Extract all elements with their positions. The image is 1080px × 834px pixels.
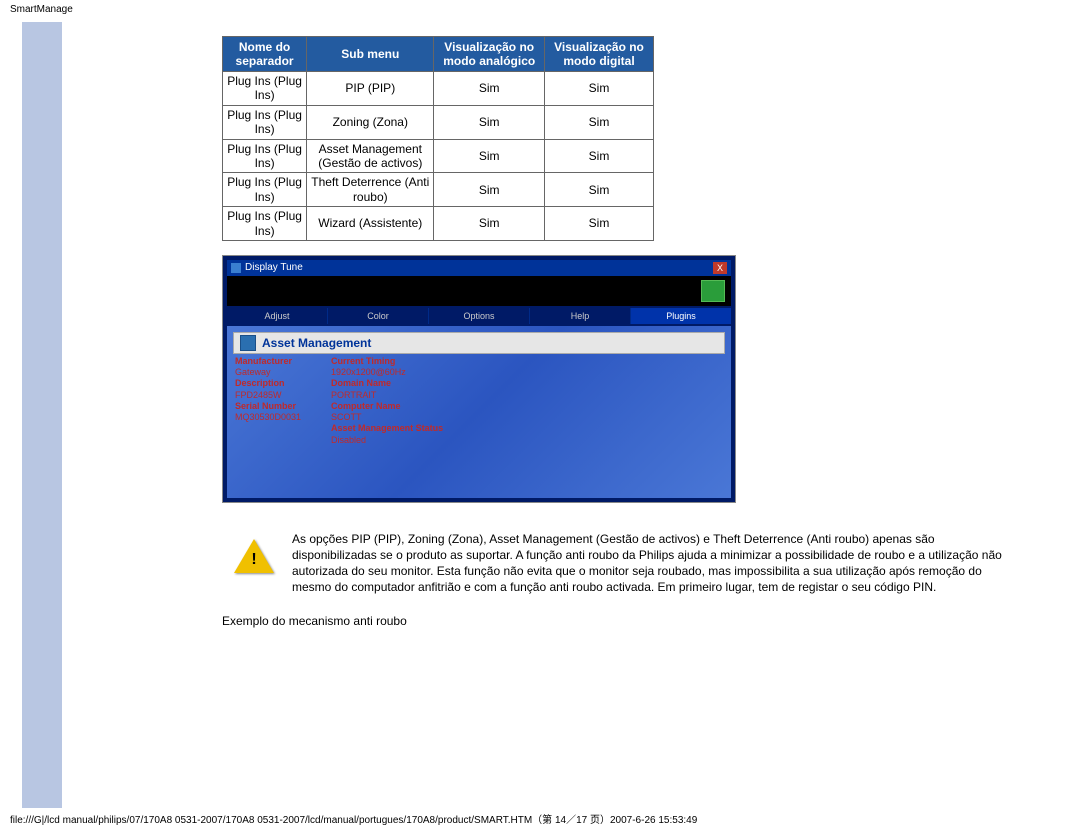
tab-adjust[interactable]: Adjust (227, 308, 328, 324)
close-button[interactable]: X (713, 262, 727, 274)
asset-icon (240, 335, 256, 351)
panel-right-col: Current Timing 1920x1200@60Hz Domain Nam… (331, 356, 443, 446)
table-row: Plug Ins (Plug Ins) Wizard (Assistente) … (223, 207, 654, 241)
table-cell: Zoning (Zona) (307, 105, 434, 139)
table-cell: Sim (434, 173, 545, 207)
warning-icon: ! (234, 537, 274, 577)
field-label: Computer Name (331, 401, 401, 411)
table-header: Sub menu (307, 37, 434, 72)
field-label: Current Timing (331, 356, 395, 366)
feature-table: Nome do separador Sub menu Visualização … (222, 36, 654, 241)
warning-block: ! As opções PIP (PIP), Zoning (Zona), As… (222, 531, 1012, 596)
table-cell: Plug Ins (Plug Ins) (223, 173, 307, 207)
table-cell: PIP (PIP) (307, 72, 434, 106)
toolbar (227, 276, 731, 306)
content-area: Nome do separador Sub menu Visualização … (62, 22, 1058, 808)
tab-strip: Adjust Color Options Help Plugins (227, 308, 731, 324)
asset-panel: Asset Management Manufacturer Gateway De… (227, 326, 731, 498)
table-header-row: Nome do separador Sub menu Visualização … (223, 37, 654, 72)
table-cell: Sim (434, 207, 545, 241)
page-header-title: SmartManage (10, 4, 73, 15)
window-titlebar: Display Tune X (227, 260, 731, 276)
table-cell: Plug Ins (Plug Ins) (223, 207, 307, 241)
table-cell: Sim (544, 105, 653, 139)
field-label: Serial Number (235, 401, 296, 411)
window-title: Display Tune (245, 262, 303, 273)
table-cell: Sim (544, 72, 653, 106)
field-label: Manufacturer (235, 356, 292, 366)
field-label: Description (235, 378, 285, 388)
table-row: Plug Ins (Plug Ins) Asset Management (Ge… (223, 139, 654, 173)
field-value: 1920x1200@60Hz (331, 367, 406, 377)
table-cell: Plug Ins (Plug Ins) (223, 139, 307, 173)
panel-left-col: Manufacturer Gateway Description FPD2485… (235, 356, 301, 446)
table-header: Visualização no modo digital (544, 37, 653, 72)
table-header: Visualização no modo analógico (434, 37, 545, 72)
field-value: FPD2485W (235, 390, 282, 400)
table-cell: Sim (544, 207, 653, 241)
panel-title-bar: Asset Management (233, 332, 725, 354)
field-value: MQ30530D0031 (235, 412, 301, 422)
monitor-icon (701, 280, 725, 302)
screenshot: Display Tune X Adjust Color Options Help… (222, 255, 736, 503)
tab-help[interactable]: Help (530, 308, 631, 324)
table-header: Nome do separador (223, 37, 307, 72)
table-cell: Sim (434, 105, 545, 139)
table-cell: Theft Deterrence (Anti roubo) (307, 173, 434, 207)
tab-color[interactable]: Color (328, 308, 429, 324)
field-label: Asset Management Status (331, 423, 443, 433)
left-nav-strip (22, 22, 62, 808)
field-value: Disabled (331, 435, 366, 445)
panel-columns: Manufacturer Gateway Description FPD2485… (235, 356, 723, 446)
window-icon (231, 263, 241, 273)
table-cell: Wizard (Assistente) (307, 207, 434, 241)
panel-title: Asset Management (262, 336, 371, 350)
table-cell: Asset Management (Gestão de activos) (307, 139, 434, 173)
tab-options[interactable]: Options (429, 308, 530, 324)
table-cell: Plug Ins (Plug Ins) (223, 105, 307, 139)
field-value: Gateway (235, 367, 271, 377)
table-row: Plug Ins (Plug Ins) Zoning (Zona) Sim Si… (223, 105, 654, 139)
field-label: Domain Name (331, 378, 391, 388)
example-heading: Exemplo do mecanismo anti roubo (222, 614, 1042, 628)
table-cell: Sim (434, 72, 545, 106)
field-value: SCOTT (331, 412, 362, 422)
table-cell: Sim (544, 139, 653, 173)
warning-text: As opções PIP (PIP), Zoning (Zona), Asse… (292, 531, 1012, 596)
page-frame: Nome do separador Sub menu Visualização … (22, 22, 1058, 808)
table-cell: Sim (544, 173, 653, 207)
field-value: PORTRAIT (331, 390, 376, 400)
table-cell: Sim (434, 139, 545, 173)
footer-path: file:///G|/lcd manual/philips/07/170A8 0… (10, 811, 697, 826)
tab-plugins[interactable]: Plugins (631, 308, 731, 324)
table-row: Plug Ins (Plug Ins) Theft Deterrence (An… (223, 173, 654, 207)
table-cell: Plug Ins (Plug Ins) (223, 72, 307, 106)
screenshot-panel: Display Tune X Adjust Color Options Help… (222, 255, 736, 503)
table-row: Plug Ins (Plug Ins) PIP (PIP) Sim Sim (223, 72, 654, 106)
